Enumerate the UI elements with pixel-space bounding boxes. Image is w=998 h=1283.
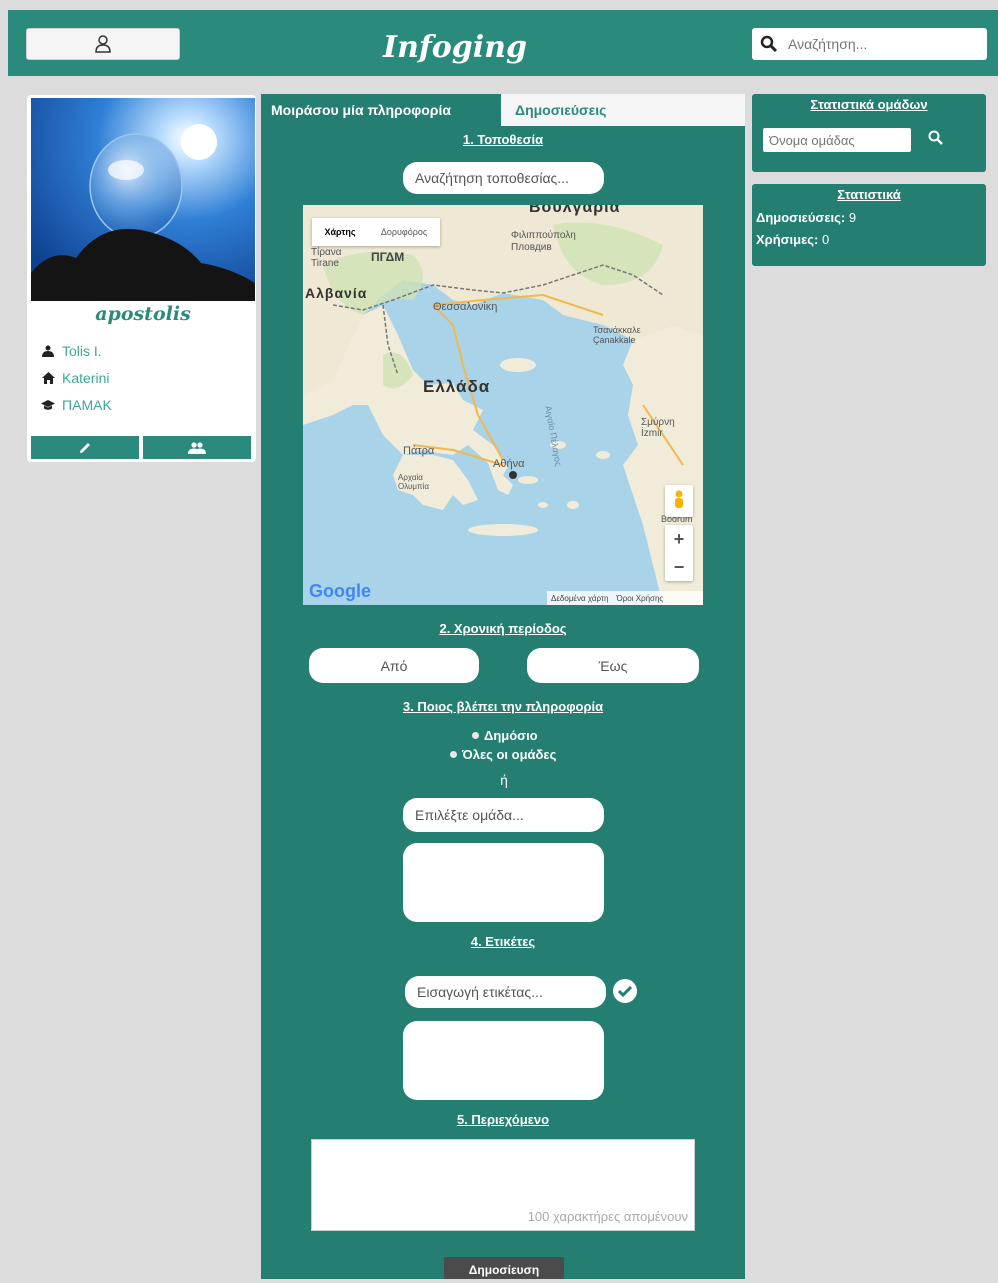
search-input[interactable] [786,35,970,53]
map-attribution: Δεδομένα χάρτη Όροι Χρήσης [547,591,703,605]
tab-share[interactable]: Μοιράσου μία πληροφορία [261,94,501,126]
profile-fullname-row: Tolis I. [40,341,240,361]
person-icon [40,345,56,357]
publish-button[interactable]: Δημοσίευση [444,1257,564,1279]
zoom-in-button[interactable]: + [665,525,693,553]
date-to-placeholder: Έως [598,657,628,674]
check-icon [618,985,632,997]
map-label-thessaloniki: Θεσσαλονίκη [433,301,498,313]
radio-public[interactable]: Δημόσιο [472,728,538,743]
add-tag-button[interactable] [613,979,637,1003]
radio-public-label: Δημόσιο [484,728,538,743]
group-select[interactable] [403,798,604,832]
stat-posts-value: 9 [848,210,857,225]
user-menu-button[interactable] [26,28,180,60]
profile-school-row: ΠΑΜΑΚ [40,395,240,415]
profile-username: apostolis [95,303,191,325]
user-icon [95,35,111,53]
group-stats-title[interactable]: Στατιστικά ομάδων [752,97,986,112]
profile-city-row: Katerini [40,368,240,388]
radio-all-groups[interactable]: Όλες οι ομάδες [450,747,556,762]
stat-useful-value: 0 [822,232,830,247]
home-icon [40,372,56,384]
map-label-tirana: Τίρανα Tirane [311,247,342,269]
tab-posts[interactable]: Δημοσιεύσεις [501,94,745,126]
selected-groups-box[interactable] [403,843,604,922]
map-label-albania: Αλβανία [305,285,368,301]
date-from-placeholder: Από [380,657,408,674]
period-title: 2. Χρονική περίοδος [439,621,567,636]
map-label-olympia: Αρχαία Ολυμπία [398,473,429,491]
location-title: 1. Τοποθεσία [462,132,544,147]
tag-input[interactable] [405,984,606,1000]
pegman-icon [675,490,683,508]
map-label-greece: Ελλάδα [423,377,491,396]
tags-list-box[interactable] [403,1021,604,1100]
global-search[interactable] [752,28,987,60]
groups-button[interactable] [143,436,251,459]
stat-useful-label: Χρήσιμες: [756,232,819,247]
map-label-bulgaria: Βουλγαρία [529,205,621,216]
map-type-satellite[interactable]: Δορυφόρος [368,218,440,246]
map-label-smyrni: Σμύρνη İzmir [641,417,675,439]
profile-fullname: Tolis I. [62,343,102,359]
pencil-icon [80,442,90,453]
map-label-patra: Πάτρα [403,445,435,457]
stat-useful: Χρήσιμες: 0 [756,232,829,247]
app-logo[interactable]: Infoging [350,26,560,70]
date-to-field[interactable]: Έως [527,648,699,683]
map-type-control: Χάρτης Δορυφόρος [312,218,440,246]
content-title: 5. Περιεχόμενο [456,1112,550,1127]
graduation-cap-icon [40,399,56,411]
map-label-fyrom: ΠΓΔΜ [371,250,405,264]
date-from-field[interactable]: Από [309,648,479,683]
radio-all-groups-dot[interactable] [450,751,457,758]
search-icon [760,35,778,53]
map-type-map[interactable]: Χάρτης [312,218,368,246]
profile-city: Katerini [62,370,110,386]
tags-title: 4. Ετικέτες [470,934,536,949]
search-icon [928,130,943,145]
map-label-canakkale: Τσανάκκαλε Çanakkale [593,325,641,345]
radio-public-dot[interactable] [472,732,479,739]
content-textarea[interactable]: 100 χαρακτήρες απομένουν [311,1139,695,1231]
location-map[interactable]: Χάρτης Δορυφόρος Βουλγαρία Τίρανα Tirane… [303,205,703,605]
group-search-button[interactable] [928,130,944,146]
street-view-pegman[interactable] [665,485,693,517]
location-input[interactable] [403,170,604,186]
tag-input-field[interactable] [405,976,606,1008]
edit-profile-button[interactable] [31,436,139,459]
stat-posts: Δημοσιεύσεις: 9 [756,210,856,225]
char-counter: 100 χαρακτήρες απομένουν [527,1209,688,1224]
map-label-philippopolis: Φιλιππούπολη Пловдив [511,230,576,253]
stat-posts-label: Δημοσιεύσεις: [756,210,846,225]
location-search[interactable] [403,162,604,194]
users-icon [188,441,206,454]
stats-title: Στατιστικά [837,187,901,202]
zoom-control: + − [665,525,693,581]
map-data-link[interactable]: Δεδομένα χάρτη [551,594,609,603]
group-name-search[interactable] [763,128,911,152]
zoom-out-button[interactable]: − [665,553,693,581]
group-name-input[interactable] [763,131,911,149]
group-select-input[interactable] [403,807,604,823]
or-label: ή [500,772,508,788]
profile-school: ΠΑΜΑΚ [62,397,112,413]
map-terms-link[interactable]: Όροι Χρήσης [617,594,664,603]
google-logo: Google [309,581,371,601]
radio-all-groups-label: Όλες οι ομάδες [462,747,557,762]
map-label-athens: Αθήνα [493,458,525,470]
visibility-title: 3. Ποιος βλέπει την πληροφορία [402,699,604,714]
profile-photo [31,98,255,301]
